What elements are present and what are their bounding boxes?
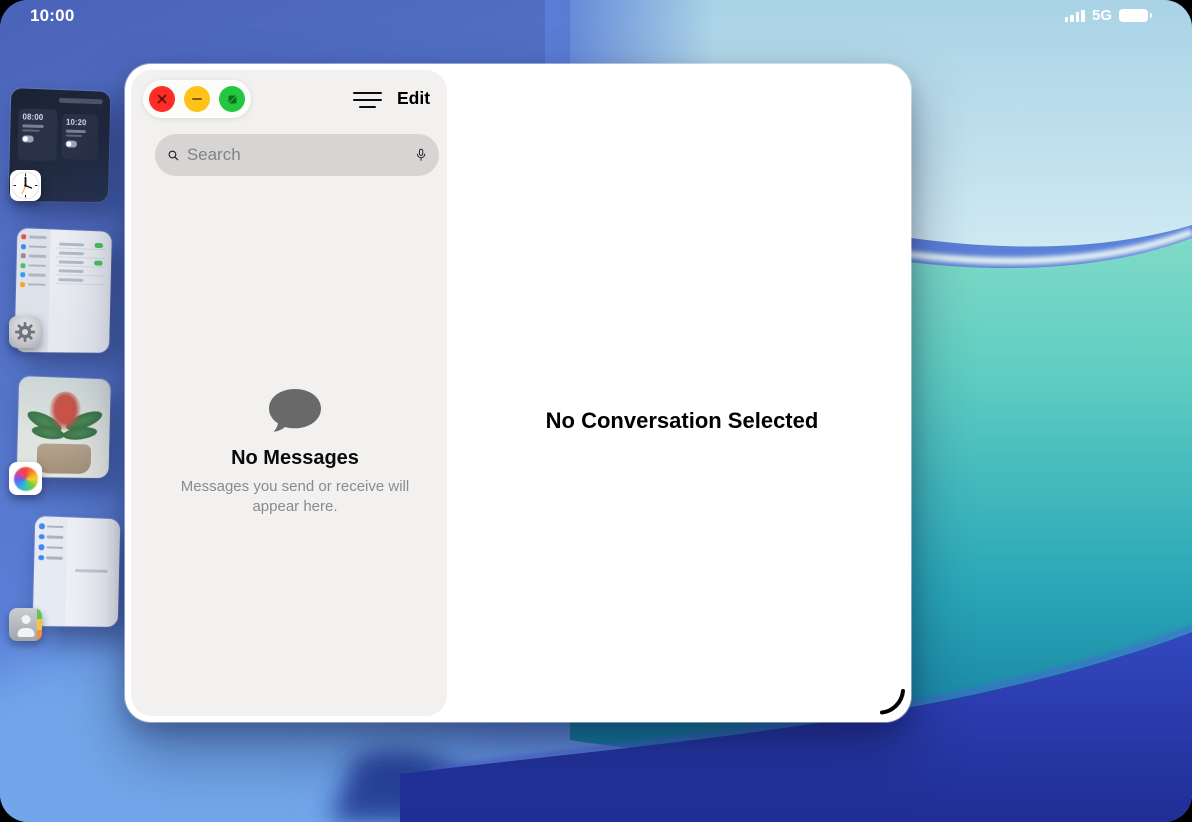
status-time: 10:00: [30, 6, 74, 26]
conversation-detail-pane: No Conversation Selected: [453, 64, 911, 722]
no-messages-empty-state: No Messages Messages you send or receive…: [137, 388, 453, 517]
network-type-label: 5G: [1092, 7, 1112, 24]
minimize-window-button[interactable]: [184, 86, 210, 112]
battery-icon: [1119, 9, 1148, 23]
magnifier-icon: [168, 147, 179, 164]
clock-segmented-control: [59, 98, 103, 105]
photos-app-icon[interactable]: [9, 462, 42, 495]
edit-button[interactable]: Edit: [397, 88, 430, 109]
ipad-screen: 10:00 5G 08:00 10:20: [0, 0, 1192, 822]
alarm-card: 08:00: [18, 108, 58, 161]
recent-app-contacts-thumbnail[interactable]: [33, 516, 121, 627]
search-input[interactable]: [187, 145, 408, 165]
microphone-icon[interactable]: [416, 145, 426, 165]
search-bar[interactable]: [155, 134, 439, 176]
speech-bubble-icon: [267, 388, 323, 434]
fullscreen-window-button[interactable]: [219, 86, 245, 112]
settings-app-icon[interactable]: [9, 316, 41, 348]
alarm-time: 08:00: [22, 112, 53, 122]
alarm-time: 10:20: [66, 118, 95, 128]
window-traffic-lights: [143, 80, 251, 118]
status-bar: 10:00 5G: [0, 0, 1192, 30]
contacts-app-icon[interactable]: [9, 608, 42, 641]
window-resize-handle[interactable]: [869, 679, 909, 719]
clock-app-icon[interactable]: [10, 170, 41, 201]
messages-app-window: Edit No Messages: [125, 64, 911, 722]
alarm-card: 10:20: [61, 114, 98, 160]
no-conversation-selected-title: No Conversation Selected: [453, 408, 911, 434]
conversation-list-pane: Edit No Messages: [131, 70, 447, 716]
filter-messages-button[interactable]: [351, 86, 383, 114]
close-window-button[interactable]: [149, 86, 175, 112]
signal-bars-icon: [1065, 10, 1085, 22]
no-messages-subtitle: Messages you send or receive will appear…: [174, 477, 416, 517]
no-messages-title: No Messages: [137, 447, 453, 470]
